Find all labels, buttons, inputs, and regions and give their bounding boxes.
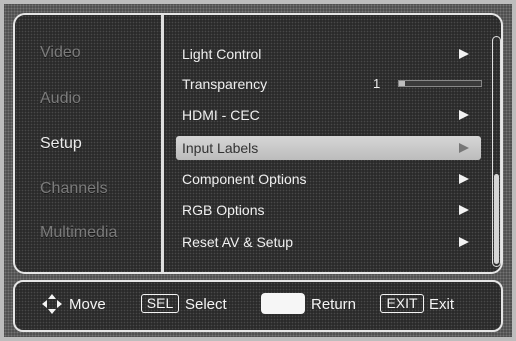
menu-item-reset-av-setup[interactable]: Reset AV & Setup [176,230,481,254]
return-label: Return [311,296,357,313]
menu-item-label: RGB Options [182,202,265,218]
menu-item-light-control[interactable]: Light Control [176,42,481,66]
menu-item-component-options[interactable]: Component Options [176,167,481,191]
sidebar-item-multimedia[interactable]: Multimedia [40,224,117,242]
sidebar-item-video[interactable]: Video [40,44,81,62]
transparency-slider[interactable] [398,80,482,87]
menu-item-label: Reset AV & Setup [182,234,294,250]
footer-help-bar: Move SEL Select Return EXIT Exit [13,280,503,332]
right-arrow-icon [459,143,469,153]
menu-item-label: Light Control [182,46,262,62]
menu-item-input-labels[interactable]: Input Labels [176,136,481,160]
slider-fill [399,81,405,86]
move-arrows-icon [42,294,62,314]
right-arrow-icon [459,49,469,59]
sidebar-item-setup[interactable]: Setup [40,135,82,153]
sidebar-item-channels[interactable]: Channels [40,180,108,198]
menu-item-label: Transparency [182,76,268,92]
menu-item-transparency[interactable]: Transparency 1 [176,72,482,96]
tv-menu-screen: Video Audio Setup Channels Multimedia Li… [0,0,516,341]
menu-scrollbar[interactable] [492,36,501,267]
exit-key-icon: EXIT [380,294,424,313]
sidebar-item-audio[interactable]: Audio [40,90,81,108]
right-arrow-icon [459,110,469,120]
exit-label: Exit [429,296,455,313]
menu-item-hdmi-cec[interactable]: HDMI - CEC [176,103,481,127]
return-key-icon [261,293,305,314]
category-sidebar: Video Audio Setup Channels Multimedia [13,13,161,274]
select-label: Select [185,296,227,313]
sel-key-icon: SEL [141,294,179,313]
right-arrow-icon [459,174,469,184]
scrollbar-thumb[interactable] [494,174,499,264]
move-label: Move [69,296,106,313]
right-arrow-icon [459,205,469,215]
transparency-value: 1 [373,76,381,91]
menu-item-label: Input Labels [182,140,259,156]
right-arrow-icon [459,237,469,247]
menu-item-rgb-options[interactable]: RGB Options [176,198,481,222]
menu-item-label: HDMI - CEC [182,107,260,123]
menu-item-label: Component Options [182,171,307,187]
setup-menu-list: Light Control Transparency 1 HDMI - CEC … [164,13,494,274]
